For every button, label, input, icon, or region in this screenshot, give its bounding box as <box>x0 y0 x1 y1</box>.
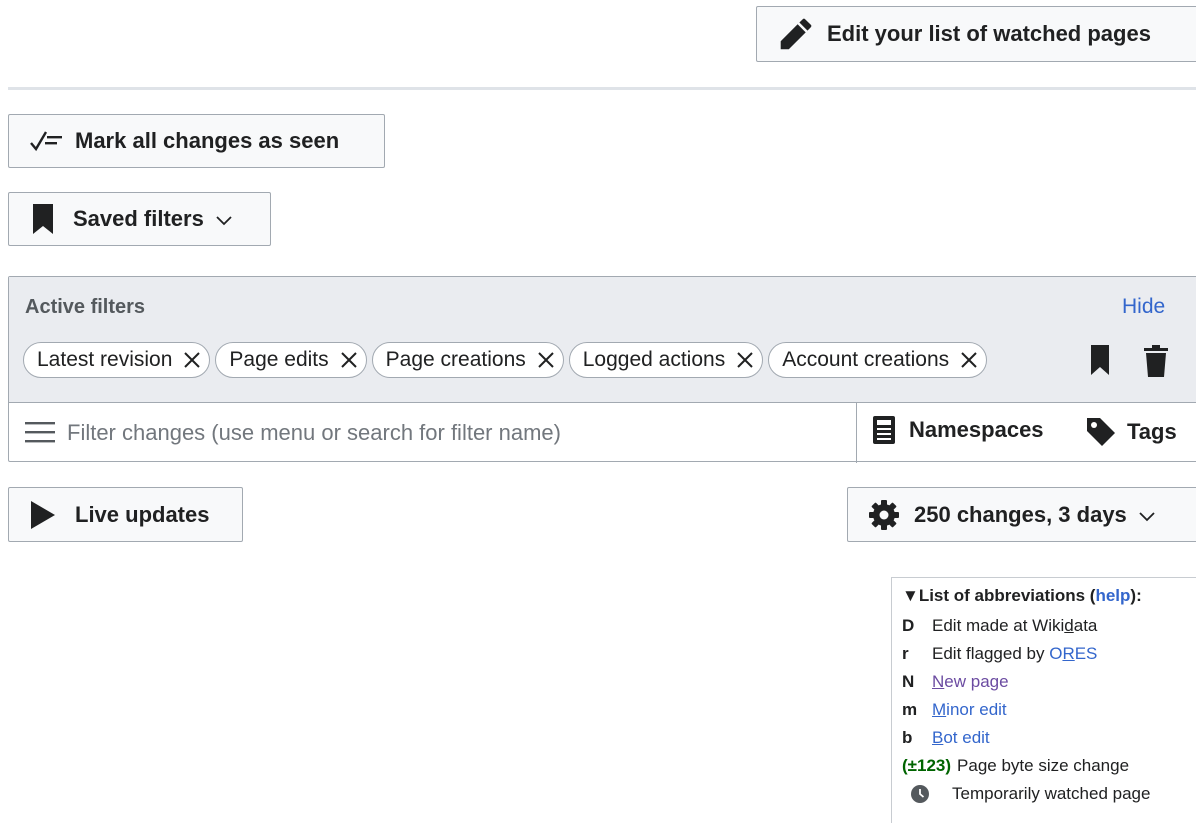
close-icon[interactable] <box>537 351 555 369</box>
legend-row-new-page: N New page <box>902 668 1196 696</box>
legend-abbr: m <box>902 700 918 719</box>
article-icon <box>873 416 895 444</box>
legend-desc: Page byte size change <box>957 756 1130 775</box>
changes-period-button[interactable]: 250 changes, 3 days <box>847 487 1196 542</box>
pencil-icon <box>779 17 813 51</box>
ores-link[interactable]: ORES <box>1049 644 1097 663</box>
legend-abbr: D <box>902 616 915 635</box>
chevron-down-icon <box>1139 502 1155 528</box>
legend-title-suffix: ): <box>1130 586 1142 605</box>
namespaces-button[interactable]: Namespaces <box>873 416 1044 444</box>
byte-size-sample: (±123) <box>902 756 952 775</box>
namespaces-label: Namespaces <box>909 417 1044 442</box>
edit-watchlist-label: Edit your list of watched pages <box>827 21 1151 46</box>
legend-desc: Edit flagged by ORES <box>932 644 1098 663</box>
saved-filters-label: Saved filters <box>73 206 204 231</box>
live-updates-button[interactable]: Live updates <box>8 487 243 542</box>
filter-chip-page-creations[interactable]: Page creations <box>371 342 564 378</box>
hide-filters-link[interactable]: Hide <box>1122 295 1165 319</box>
header-divider <box>8 87 1196 90</box>
legend-abbr: r <box>902 644 909 663</box>
trash-icon[interactable] <box>1144 345 1168 382</box>
filter-chip-logged-actions[interactable]: Logged actions <box>568 342 764 378</box>
menu-icon[interactable] <box>25 420 55 449</box>
filter-chip-latest-revision[interactable]: Latest revision <box>23 342 211 378</box>
tags-label: Tags <box>1127 419 1177 444</box>
filter-search-row: Namespaces Tags <box>9 403 1196 463</box>
legend-desc: Temporarily watched page <box>952 784 1151 803</box>
legend-abbr: b <box>902 728 913 747</box>
edit-watchlist-button[interactable]: Edit your list of watched pages <box>756 6 1196 62</box>
close-icon[interactable] <box>960 351 978 369</box>
legend-title-prefix: List of abbreviations ( <box>918 586 1096 605</box>
tag-icon <box>1085 416 1117 448</box>
live-updates-label: Live updates <box>75 501 210 527</box>
active-filters-title: Active filters <box>25 296 146 318</box>
new-page-link[interactable]: New page <box>932 672 1009 692</box>
legend-desc: Edit made at Wikidata <box>932 616 1098 635</box>
filter-chip-label: Account creations <box>782 348 950 371</box>
search-separator <box>856 403 857 463</box>
legend-row-wikidata: D Edit made at Wikidata <box>902 612 1196 640</box>
gear-icon <box>868 499 900 531</box>
legend-row-temporary-watch: Temporarily watched page <box>902 780 1196 808</box>
tags-button[interactable]: Tags <box>1085 416 1177 448</box>
changes-period-label: 250 changes, 3 days <box>914 501 1127 527</box>
mark-all-seen-label: Mark all changes as seen <box>75 128 340 153</box>
close-icon[interactable] <box>183 351 201 369</box>
abbreviations-legend: ▼List of abbreviations (help): D Edit ma… <box>891 577 1196 823</box>
saved-filters-button[interactable]: Saved filters <box>8 192 271 246</box>
minor-edit-link[interactable]: Minor edit <box>932 700 1007 720</box>
active-filters-area: Active filters Hide Latest revision Page… <box>9 277 1196 403</box>
filter-chip-account-creations[interactable]: Account creations <box>768 342 988 378</box>
play-icon <box>31 500 55 529</box>
clock-icon <box>910 784 938 804</box>
legend-row-ores: r Edit flagged by ORES <box>902 640 1196 668</box>
close-icon[interactable] <box>736 351 754 369</box>
bookmark-icon[interactable] <box>1089 345 1111 380</box>
help-link[interactable]: help <box>1095 586 1130 605</box>
filter-chip-label: Latest revision <box>37 348 173 371</box>
bookmark-icon <box>31 204 55 234</box>
filter-chip-label: Logged actions <box>582 348 726 371</box>
legend-abbr: N <box>902 672 915 691</box>
filter-chip-page-edits[interactable]: Page edits <box>215 342 367 378</box>
filter-chip-label: Page edits <box>229 348 329 371</box>
filter-search-input[interactable] <box>67 415 847 451</box>
legend-row-minor-edit: m Minor edit <box>902 696 1196 724</box>
bot-edit-link[interactable]: Bot edit <box>932 728 990 748</box>
chevron-down-icon <box>216 206 232 232</box>
legend-row-byte-size: (±123) Page byte size change <box>902 752 1196 780</box>
mark-all-seen-button[interactable]: Mark all changes as seen <box>8 114 385 168</box>
triangle-down-icon: ▼ <box>902 586 919 605</box>
close-icon[interactable] <box>340 351 358 369</box>
filter-chips: Latest revision Page edits Page creation… <box>23 342 992 378</box>
legend-title[interactable]: ▼List of abbreviations (help): <box>902 586 1196 606</box>
filters-panel: Active filters Hide Latest revision Page… <box>8 276 1196 463</box>
legend-row-bot-edit: b Bot edit <box>902 724 1196 752</box>
filter-chip-label: Page creations <box>385 348 526 371</box>
checklist-icon <box>29 128 63 154</box>
